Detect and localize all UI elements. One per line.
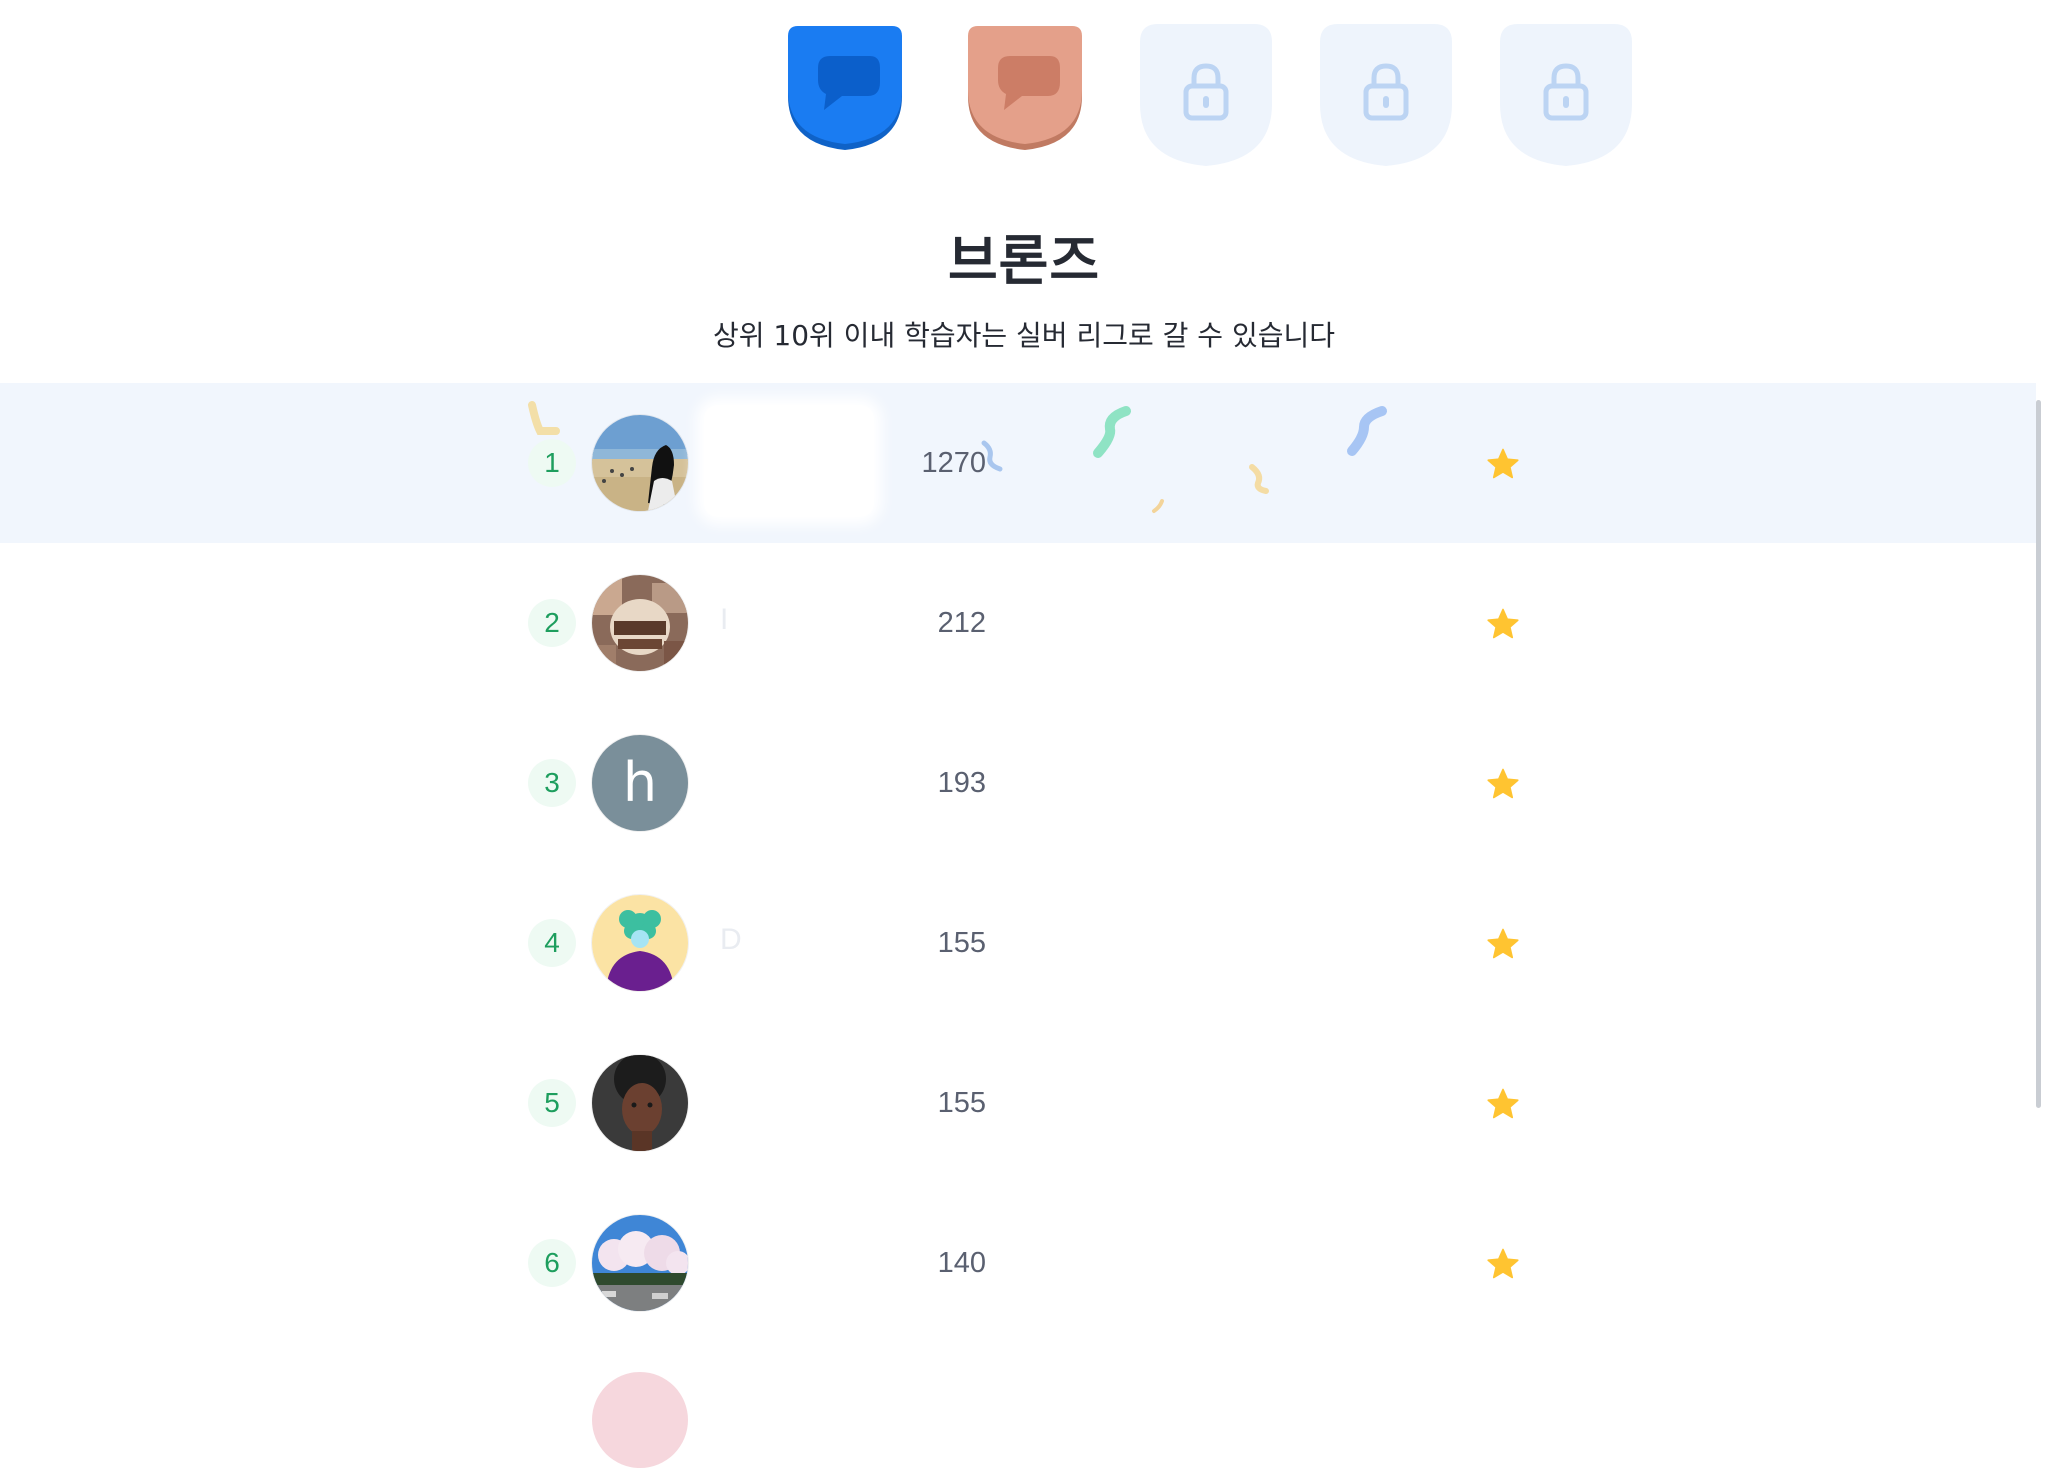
rank-badge: 6 [528,1239,576,1287]
confetti-decoration [528,401,1387,513]
league-badges [784,24,1664,176]
leaderboard-row[interactable]: 5 155 [0,1023,2036,1183]
avatar[interactable] [592,575,688,671]
star-icon [1486,1247,1520,1281]
silver-league-badge[interactable] [964,26,1086,152]
locked-league-badge[interactable] [1320,24,1452,166]
score: 193 [937,767,986,799]
locked-league-badge[interactable] [1140,24,1272,166]
leaderboard-row[interactable]: 4 D 155 [0,863,2036,1023]
league-title: 브론즈 [947,229,1101,292]
leaderboard-list: 1 1270 2 I 212 3 h 193 4 D 155 5 155 6 1… [0,383,2036,1343]
avatar[interactable] [592,415,688,511]
score: 140 [937,1247,986,1279]
score: 1270 [921,447,986,479]
avatar[interactable]: h [592,735,688,831]
rank-badge: 4 [528,919,576,967]
leaderboard-row[interactable]: 3 h 193 [0,703,2036,863]
player-name: I [720,603,729,636]
star-icon [1486,767,1520,801]
star-icon [1486,607,1520,641]
rank-badge: 5 [528,1079,576,1127]
leaderboard-row[interactable]: 6 140 [0,1183,2036,1343]
avatar[interactable] [592,1055,688,1151]
avatar[interactable] [592,1215,688,1311]
bronze-league-badge[interactable] [784,26,906,152]
score: 212 [937,607,986,639]
score: 155 [937,927,986,959]
player-name: D [720,923,742,956]
rank-badge: 3 [528,759,576,807]
avatar[interactable] [592,895,688,991]
star-icon [1486,447,1520,481]
star-icon [1486,927,1520,961]
league-subtitle: 상위 10위 이내 학습자는 실버 리그로 갈 수 있습니다 [712,319,1336,352]
player-name-redacted [704,405,874,517]
avatar[interactable] [592,1372,688,1468]
leaderboard-row[interactable]: 1 1270 [0,383,2036,543]
scrollbar[interactable] [2036,400,2041,1108]
leaderboard-row[interactable]: 2 I 212 [0,543,2036,703]
rank-badge: 2 [528,599,576,647]
locked-league-badge[interactable] [1500,24,1632,166]
score: 155 [937,1087,986,1119]
star-icon [1486,1087,1520,1121]
rank-badge: 1 [528,439,576,487]
